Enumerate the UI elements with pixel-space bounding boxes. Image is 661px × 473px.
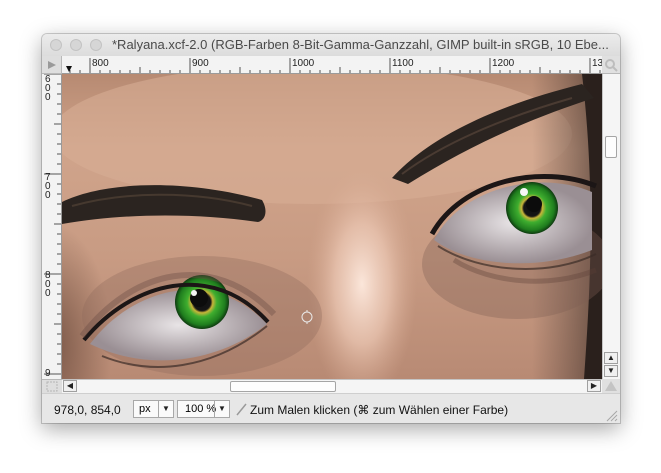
vertical-scroll-thumb[interactable]	[605, 136, 617, 158]
chevron-down-icon: ▼	[158, 401, 173, 417]
ruler-label: 900	[192, 58, 209, 69]
ruler-label: 0	[45, 190, 51, 201]
zoom-dropdown[interactable]: 100 % ▼	[177, 400, 230, 418]
ruler-label: 1100	[392, 58, 414, 69]
resize-grip-icon[interactable]	[604, 408, 618, 422]
title-bar[interactable]: *Ralyana.xcf-2.0 (RGB-Farben 8-Bit-Gamma…	[42, 34, 620, 57]
status-message: Zum Malen klicken (⌘ zum Wählen einer Fa…	[250, 403, 509, 417]
ruler-label: 0	[45, 288, 51, 299]
scroll-up-button[interactable]: ▲	[604, 352, 618, 364]
status-bar: 978,0, 854,0 px ▼ 100 % ▼ Zum Malen klic…	[42, 393, 620, 423]
scroll-down-button[interactable]: ▼	[604, 365, 618, 377]
vertical-ruler-ticks: 6007008009	[44, 74, 61, 379]
horizontal-scrollbar[interactable]: ◀ ▶	[62, 379, 602, 393]
paintbrush-icon	[236, 403, 247, 416]
painting-image	[62, 74, 602, 379]
zoom-window-button[interactable]	[90, 39, 102, 51]
zoom-value: 100 %	[185, 403, 217, 415]
pointer-coordinates: 978,0, 854,0	[54, 403, 121, 417]
horizontal-scroll-thumb[interactable]	[230, 381, 336, 392]
horizontal-ruler-ticks: 800 900 1000 1100 1200 13	[66, 58, 602, 73]
scroll-right-button[interactable]: ▶	[587, 380, 601, 392]
unit-value: px	[139, 403, 151, 415]
quick-mask-toggle[interactable]	[42, 379, 62, 393]
minimize-window-button[interactable]	[70, 39, 82, 51]
navigate-icon	[605, 59, 618, 72]
ruler-label: 1200	[492, 58, 515, 69]
image-window: *Ralyana.xcf-2.0 (RGB-Farben 8-Bit-Gamma…	[42, 34, 620, 423]
ruler-label: 0	[45, 92, 51, 103]
ruler-label: 9	[45, 368, 51, 379]
vertical-ruler[interactable]: 6007008009	[42, 74, 62, 379]
ruler-label: 13	[592, 58, 602, 69]
menu-arrow-icon	[48, 61, 56, 69]
image-canvas[interactable]	[62, 74, 602, 379]
scroll-left-button[interactable]: ◀	[63, 380, 77, 392]
ruler-label: 1000	[292, 58, 315, 69]
close-window-button[interactable]	[50, 39, 62, 51]
pointer-position-marker	[66, 66, 72, 72]
vertical-scrollbar[interactable]: ▲ ▼	[602, 74, 620, 379]
unit-dropdown[interactable]: px ▼	[133, 400, 174, 418]
chevron-down-icon: ▼	[214, 401, 229, 417]
zoom-icon	[605, 381, 617, 391]
navigate-button[interactable]	[602, 56, 620, 74]
window-title: *Ralyana.xcf-2.0 (RGB-Farben 8-Bit-Gamma…	[112, 37, 609, 52]
ruler-label: 800	[92, 58, 109, 69]
zoom-image-button[interactable]	[602, 379, 620, 393]
image-menu-button[interactable]	[42, 56, 62, 74]
quick-mask-icon	[46, 381, 58, 392]
horizontal-ruler[interactable]: 800 900 1000 1100 1200 13	[62, 56, 602, 74]
